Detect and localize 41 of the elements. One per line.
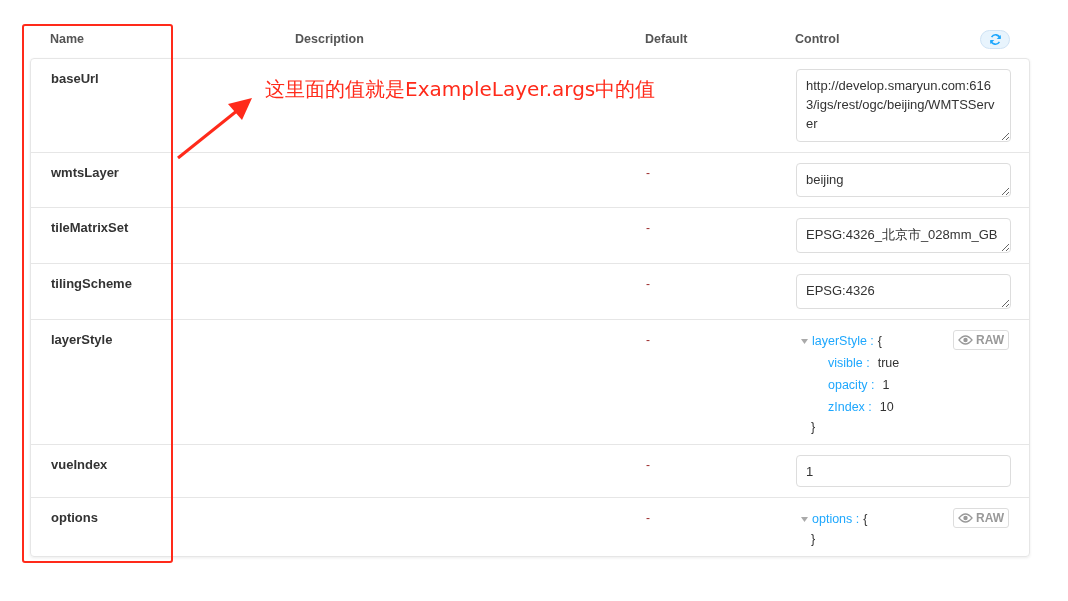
field-key: opacity : [828, 378, 875, 393]
field-value: true [877, 356, 900, 371]
text-field[interactable]: EPSG:4326_北京市_028mm_GB [796, 218, 1011, 254]
arg-name: tileMatrixSet [51, 219, 129, 236]
default-value: - [646, 333, 650, 348]
close-brace: } [811, 420, 817, 435]
column-header: Default [645, 32, 689, 46]
arg-name: layerStyle [51, 331, 113, 348]
number-field[interactable]: 1 [796, 455, 1011, 488]
text-field[interactable]: EPSG:4326 [796, 274, 1011, 310]
default-value: - [646, 221, 650, 236]
reset-button[interactable] [980, 29, 1010, 49]
collapse-caret-icon[interactable] [801, 516, 808, 522]
field-value: 1 [882, 378, 890, 393]
column-header: Name [50, 32, 86, 46]
arg-name: options [51, 509, 98, 526]
eye-icon [958, 513, 973, 524]
close-brace: } [811, 532, 817, 547]
arg-name: vueIndex [51, 456, 108, 473]
default-value: - [646, 511, 650, 526]
default-value: - [646, 277, 650, 292]
open-brace: { [877, 334, 883, 349]
field-key: visible : [828, 356, 870, 371]
eye-icon [958, 335, 973, 346]
default-value: - [646, 458, 650, 473]
default-value: - [646, 165, 650, 180]
open-brace: { [863, 512, 868, 527]
object-key: layerStyle : [812, 334, 874, 349]
field-key: zIndex : [828, 400, 872, 415]
refresh-icon [988, 32, 1002, 46]
field-value: 10 [879, 400, 894, 415]
arg-name: baseUrl [51, 70, 99, 86]
collapse-caret-icon[interactable] [801, 338, 808, 344]
column-header: Description [295, 32, 365, 46]
arg-name: wmtsLayer [51, 163, 119, 180]
arg-name: tilingScheme [51, 275, 132, 292]
annotation-text: 这里面的值就是ExampleLayer.args中的值 [265, 76, 656, 103]
text-field[interactable]: http://develop.smaryun.com:6163/igs/rest/ogc/beijing/WMTSServer [796, 69, 1011, 142]
column-header: Control [795, 32, 841, 46]
text-field[interactable]: beijing [796, 162, 1011, 198]
object-key: options : [812, 512, 860, 527]
